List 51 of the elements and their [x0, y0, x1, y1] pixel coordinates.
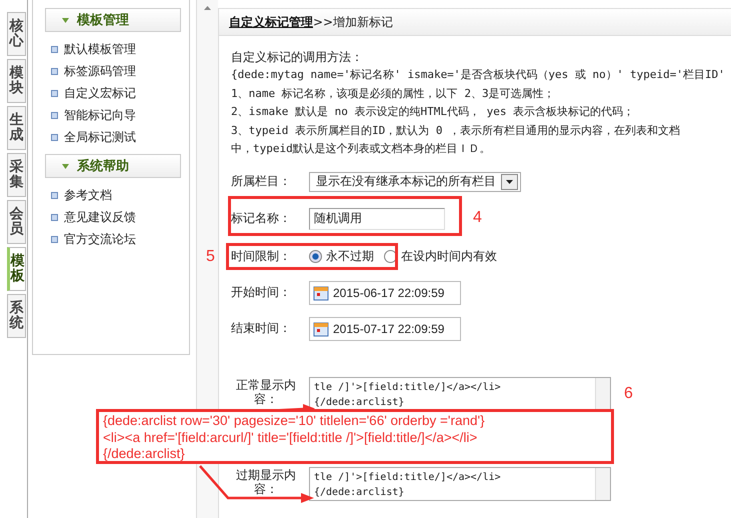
- menu-item[interactable]: 官方交流论坛: [45, 228, 181, 250]
- menu-section-header[interactable]: 系统帮助: [45, 154, 181, 178]
- help-text: 中，typeid默认是这个列表或文档本身的栏目ＩＤ。: [231, 141, 492, 157]
- field-label: 所属栏目：: [231, 173, 292, 190]
- step-number: 6: [624, 385, 633, 403]
- step-number: 5: [206, 248, 215, 266]
- code-callout: {dede:arclist row='30' pagesize='10' titlelen='66' orderby ='rand'} <li><a href='[field:arcurl/]' title='[field:title /]'>[field:title/]</a></li> {/dede:arclist}: [96, 409, 614, 464]
- side-tab[interactable]: 生成: [7, 106, 26, 150]
- dropdown-button[interactable]: [501, 174, 518, 190]
- field-label: 标记名称：: [231, 210, 292, 227]
- menu-section-header[interactable]: 模板管理: [45, 8, 181, 32]
- caret-icon: [62, 164, 69, 168]
- side-tab[interactable]: 采集: [7, 153, 26, 197]
- caret-icon: [62, 18, 69, 22]
- scroll-up-icon[interactable]: [204, 6, 211, 10]
- field-label: 开始时间：: [231, 284, 292, 301]
- side-tab[interactable]: 核心: [7, 12, 26, 56]
- side-tab[interactable]: 模板: [7, 247, 26, 291]
- radio-option[interactable]: 在设内时间内有效: [384, 248, 497, 265]
- date-field[interactable]: 2015-06-17 22:09:59: [309, 280, 461, 304]
- category-dropdown[interactable]: 显示在没有继承本标记的所有栏目: [309, 172, 521, 192]
- field-label: 结束时间：: [231, 320, 292, 337]
- help-text: {dede:mytag name='标记名称' ismake='是否含板块代码（yes 或 no）' typeid='栏目ID': [231, 67, 726, 83]
- radio-button[interactable]: [309, 250, 322, 263]
- menu-item[interactable]: 智能标记向导: [45, 104, 181, 126]
- text-area[interactable]: tle /]'>[field:title/]</a></li> {/dede:arclist}: [309, 466, 611, 500]
- input-field[interactable]: 随机调用: [309, 208, 445, 230]
- help-text: 3、typeid 表示所属栏目的ID，默认为 0 ，表示所有栏目通用的显示内容，在列表和文档: [231, 122, 682, 138]
- side-tab[interactable]: 系统: [7, 294, 26, 338]
- breadcrumb-link[interactable]: 自定义标记管理: [229, 14, 313, 30]
- breadcrumb-text: >>增加新标记: [313, 14, 394, 30]
- help-text: 2、ismake 默认是 no 表示设定的纯HTML代码， yes 表示含板块标记的代码；: [231, 104, 636, 120]
- calendar-icon[interactable]: [313, 284, 329, 300]
- radio-option[interactable]: 永不过期: [309, 248, 374, 265]
- menu-item[interactable]: 标签源码管理: [45, 60, 181, 82]
- calendar-icon[interactable]: [313, 320, 329, 336]
- date-field[interactable]: 2015-07-17 22:09:59: [309, 316, 461, 340]
- menu-item[interactable]: 自定义宏标记: [45, 82, 181, 104]
- step-number: 4: [473, 209, 482, 227]
- menu-item[interactable]: 默认模板管理: [45, 38, 181, 60]
- help-text: 1、name 标记名称，该项是必须的属性，以下 2、3是可选属性；: [231, 86, 556, 102]
- help-title: 自定义标记的调用方法：: [231, 49, 364, 66]
- field-label: 过期显示内容：: [235, 468, 297, 496]
- field-label: 时间限制：: [231, 248, 292, 265]
- menu-item[interactable]: 参考文档: [45, 184, 181, 206]
- side-tab[interactable]: 模块: [7, 59, 26, 103]
- side-tab[interactable]: 会员: [7, 200, 26, 244]
- field-label: 正常显示内容：: [235, 378, 297, 406]
- dropdown-arrow-icon: [506, 180, 513, 184]
- menu-item[interactable]: 意见建议反馈: [45, 206, 181, 228]
- menu-item[interactable]: 全局标记测试: [45, 126, 181, 148]
